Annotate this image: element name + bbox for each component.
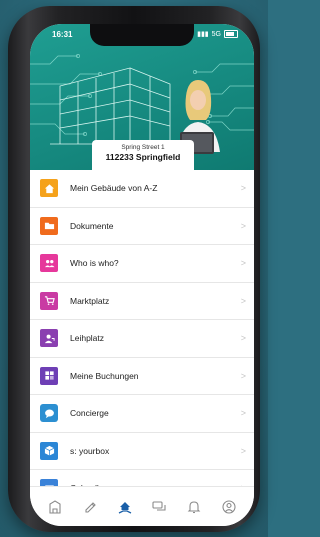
home-hand-icon <box>118 501 131 514</box>
chevron-right-icon: > <box>240 258 246 269</box>
menu-label: Meine Buchungen <box>70 370 139 381</box>
cart-icon <box>40 291 58 310</box>
city-address: 112233 Springfield <box>105 152 181 162</box>
tab-home[interactable] <box>114 496 136 518</box>
chevron-right-icon: > <box>240 333 246 344</box>
people-icon <box>40 254 58 273</box>
menu-label: Concierge <box>70 408 109 419</box>
chevron-right-icon: > <box>240 370 246 381</box>
header-banner: 16:31 ▮▮▮ 5G Spring Street 1 112233 Spri… <box>30 24 254 170</box>
signal-icon: ▮▮▮ <box>197 31 209 38</box>
chat-icon <box>152 500 166 511</box>
chat-bubble-icon <box>40 404 58 423</box>
profile-icon <box>222 499 236 514</box>
chevron-right-icon: > <box>240 183 246 194</box>
marker-icon <box>85 501 96 513</box>
menu-label: Who is who? <box>70 258 119 269</box>
status-indicators: ▮▮▮ 5G <box>197 30 238 38</box>
menu-label: s: yourbox <box>70 445 110 456</box>
menu-item-marketplace[interactable]: Marktplatz > <box>30 283 254 320</box>
menu-item-concierge[interactable]: Concierge > <box>30 395 254 433</box>
menu-label: Leihplatz <box>70 333 105 344</box>
borrow-icon <box>40 329 58 348</box>
menu-item-documents[interactable]: Dokumente > <box>30 208 254 245</box>
menu-label: Marktplatz <box>70 295 110 306</box>
tab-profile[interactable] <box>218 496 240 518</box>
menu-item-yourbox[interactable]: s: yourbox > <box>30 433 254 470</box>
menu-label: Mein Gebäude von A-Z <box>70 183 158 194</box>
folder-icon <box>40 216 58 235</box>
building-sketch <box>50 67 180 145</box>
menu-item-my-bookings[interactable]: Meine Buchungen > <box>30 358 254 395</box>
street-address: Spring Street 1 <box>121 144 165 151</box>
booking-icon <box>40 366 58 385</box>
box-icon <box>40 441 58 460</box>
address-card: Spring Street 1 112233 Springfield <box>92 140 194 170</box>
menu-item-borrow[interactable]: Leihplatz > <box>30 320 254 358</box>
status-time: 16:31 <box>52 30 73 39</box>
tab-notifications[interactable] <box>183 496 205 518</box>
network-label: 5G <box>211 30 221 38</box>
tab-building[interactable] <box>44 496 66 518</box>
main-menu: Mein Gebäude von A-Z > Dokumente > Who i… <box>30 170 254 508</box>
chevron-right-icon: > <box>240 295 246 306</box>
phone-frame: 16:31 ▮▮▮ 5G Spring Street 1 112233 Spri… <box>8 6 260 532</box>
tab-chat[interactable] <box>148 496 170 518</box>
menu-item-building-a-z[interactable]: Mein Gebäude von A-Z > <box>30 170 254 208</box>
chevron-right-icon: > <box>240 220 246 231</box>
phone-notch <box>90 24 194 46</box>
app-screen: 16:31 ▮▮▮ 5G Spring Street 1 112233 Spri… <box>30 24 254 526</box>
home-icon <box>40 179 58 198</box>
tab-marker[interactable] <box>79 496 101 518</box>
building-icon <box>49 499 61 514</box>
bell-icon <box>187 500 201 513</box>
battery-icon <box>224 30 238 38</box>
chevron-right-icon: > <box>240 445 246 456</box>
menu-label: Dokumente <box>70 220 114 231</box>
bottom-tab-bar <box>30 486 254 526</box>
chevron-right-icon: > <box>240 408 246 419</box>
menu-item-who-is-who[interactable]: Who is who? > <box>30 245 254 283</box>
